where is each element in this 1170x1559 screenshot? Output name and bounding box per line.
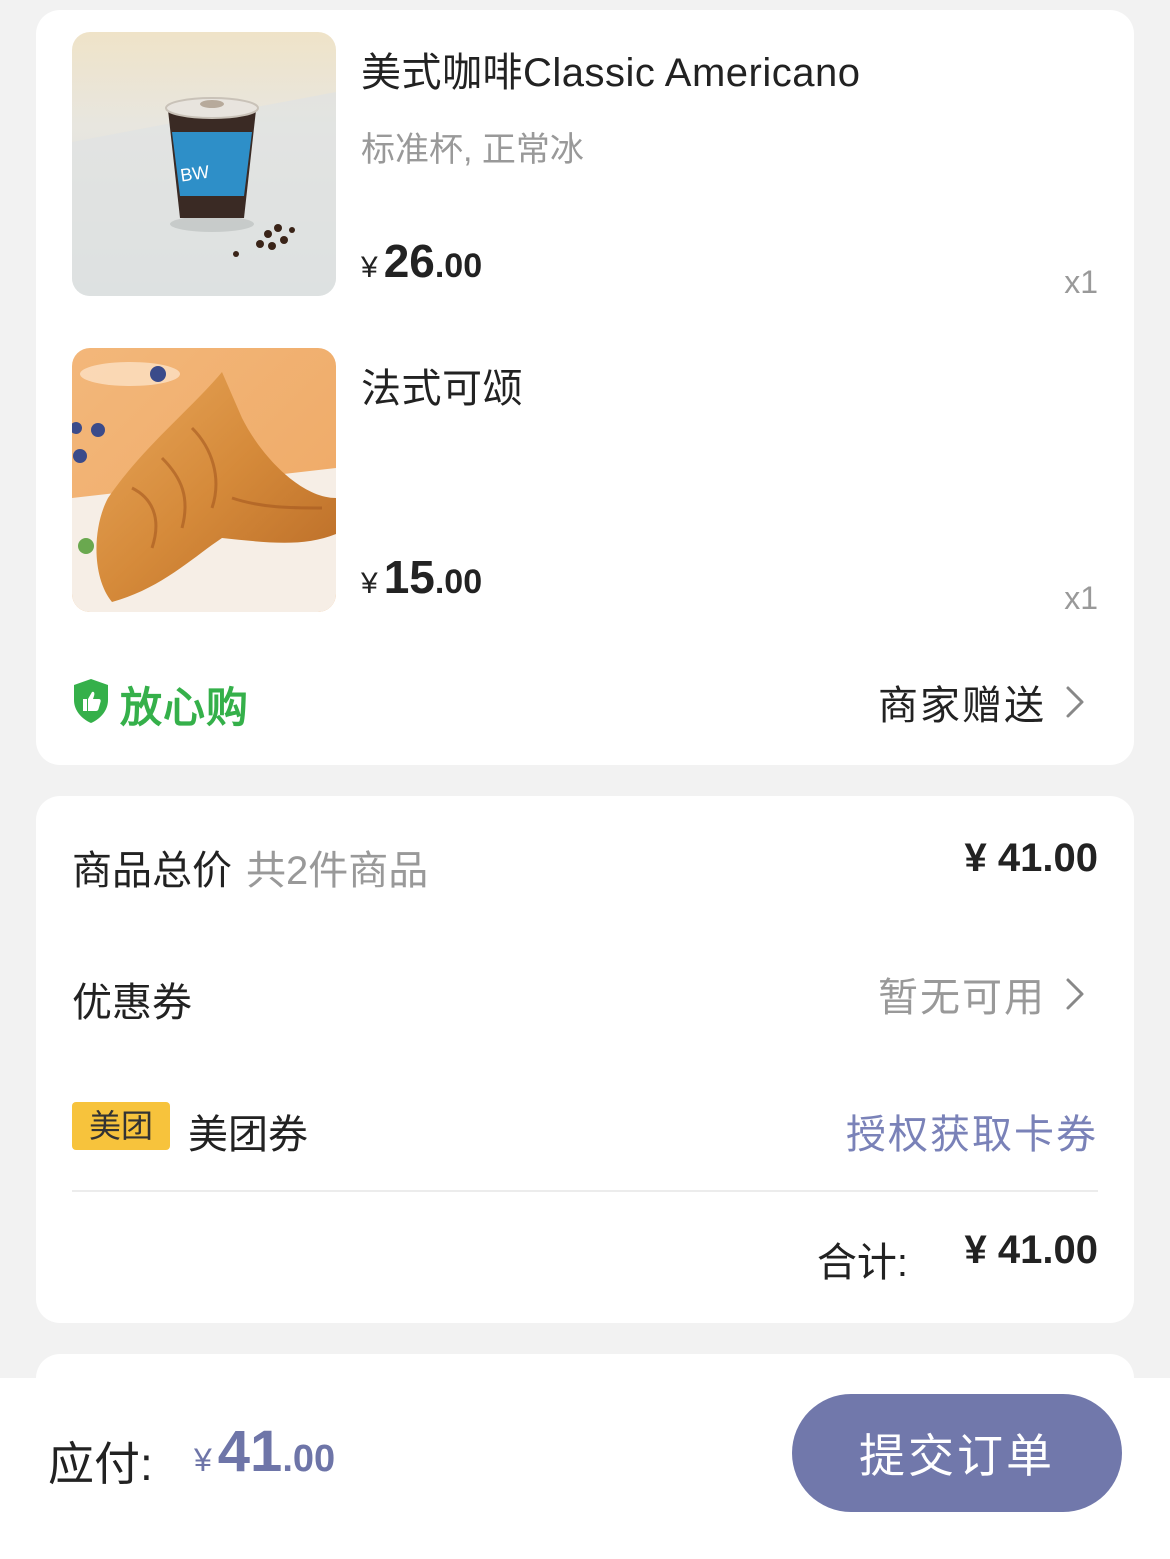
payable-label: 应付: <box>48 1438 153 1490</box>
item-spec: 标准杯, 正常冰 <box>361 131 584 169</box>
sum-row: 合计: ¥ 41.00 <box>72 1224 1098 1285</box>
meituan-coupon-row: 美团 美团券 授权获取卡券 <box>72 1096 1098 1157</box>
price-integer: 26 <box>383 235 435 287</box>
item-quantity: x1 <box>1064 264 1098 300</box>
authorize-coupons-link[interactable]: 授权获取卡券 <box>846 1102 1098 1160</box>
shield-thumbs-up-icon <box>72 678 110 724</box>
chevron-right-icon <box>1066 686 1084 718</box>
price-summary-card: 商品总价 共2件商品 ¥ 41.00 优惠券 暂无可用 美团 美团券 授权获取卡券… <box>36 796 1134 1323</box>
item-price: ¥26.00 <box>361 234 482 288</box>
item-name: 法式可颂 <box>361 367 523 411</box>
checkout-bar: 应付: ¥41.00 提交订单 <box>0 1378 1170 1559</box>
amount-decimal: .00 <box>282 1438 336 1480</box>
assurance-row: 放心购 商家赠送 <box>72 672 1098 731</box>
coupon-label: 优惠券 <box>72 981 192 1025</box>
meituan-coupon-label: 美团券 <box>188 1113 308 1157</box>
payable-amount: ¥41.00 <box>194 1418 335 1485</box>
croissant-image <box>72 348 336 612</box>
merchant-gift-label: 商家赠送 <box>878 684 1046 728</box>
price-integer: 15 <box>383 551 435 603</box>
divider <box>72 1190 1098 1192</box>
item-price: ¥15.00 <box>361 550 482 604</box>
chevron-right-icon <box>1066 978 1084 1010</box>
order-items-card: BW 美式咖啡Classic Americano 标准杯, 正常冰 ¥26.00… <box>36 10 1134 765</box>
goods-count: 共2件商品 <box>246 849 429 893</box>
sum-amount: ¥ 41.00 <box>964 1228 1098 1272</box>
order-confirm-page: BW 美式咖啡Classic Americano 标准杯, 正常冰 ¥26.00… <box>0 0 1170 1559</box>
sum-label: 合计: <box>816 1241 908 1285</box>
americano-cup-image: BW <box>72 32 336 296</box>
amount-integer: 41 <box>217 1419 283 1484</box>
coupon-row[interactable]: 优惠券 暂无可用 <box>72 964 1098 1025</box>
item-name: 美式咖啡Classic Americano <box>361 51 861 95</box>
submit-order-button[interactable]: 提交订单 <box>792 1394 1122 1512</box>
goods-total-row: 商品总价 共2件商品 ¥ 41.00 <box>72 832 1098 893</box>
item-quantity: x1 <box>1064 580 1098 616</box>
currency-symbol: ¥ <box>361 251 378 284</box>
goods-total-amount: ¥ 41.00 <box>964 836 1098 880</box>
order-item[interactable]: BW 美式咖啡Classic Americano 标准杯, 正常冰 ¥26.00… <box>72 32 1098 300</box>
currency-symbol: ¥ <box>194 1442 212 1478</box>
meituan-badge: 美团 <box>72 1102 170 1150</box>
svg-text:BW: BW <box>179 162 211 186</box>
coupon-select-link[interactable]: 暂无可用 <box>878 964 1098 1024</box>
currency-symbol: ¥ <box>361 567 378 600</box>
order-item[interactable]: 法式可颂 ¥15.00 x1 <box>72 348 1098 616</box>
merchant-gift-link[interactable]: 商家赠送 <box>878 674 1098 730</box>
price-decimal: .00 <box>434 563 483 601</box>
price-decimal: .00 <box>434 247 483 285</box>
goods-total-label: 商品总价 共2件商品 <box>72 838 428 896</box>
assurance-label: 放心购 <box>120 684 250 731</box>
coupon-status: 暂无可用 <box>878 976 1046 1020</box>
goods-total-title: 商品总价 <box>72 849 232 893</box>
